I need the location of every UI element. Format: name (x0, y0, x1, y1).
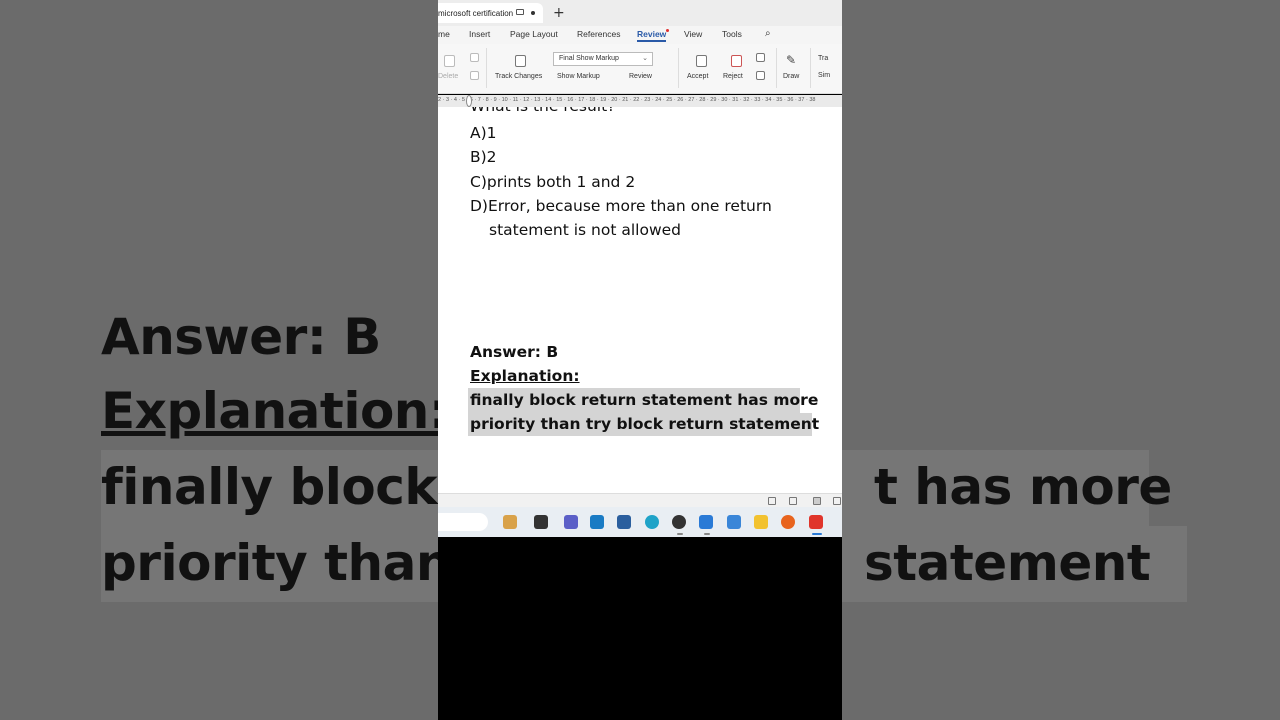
next-change-icon[interactable] (756, 71, 765, 80)
taskbar-search-box[interactable] (438, 513, 488, 531)
menu-review[interactable]: Review (637, 29, 667, 42)
comment-icon[interactable] (470, 53, 479, 62)
teams-icon[interactable] (564, 515, 578, 529)
question-cut-text: What is the result? (470, 107, 615, 115)
indent-marker-icon[interactable] (466, 95, 472, 107)
accept-button[interactable]: Accept (687, 73, 708, 80)
explanation-label: Explanation: (470, 367, 580, 385)
explanation-line-2: priority than try block return statement (470, 415, 820, 433)
menu-page-layout[interactable]: Page Layout (510, 29, 558, 39)
bg-explanation-line2: priority than (101, 534, 438, 592)
ribbon-separator (810, 48, 811, 88)
ribbon-separator (486, 48, 487, 88)
menu-insert[interactable]: Insert (469, 29, 490, 39)
running-indicator (677, 533, 683, 535)
vscode-icon[interactable] (699, 515, 713, 529)
folder-icon[interactable] (754, 515, 768, 529)
screen-capture: microsoft certification + me Insert Page… (438, 0, 842, 720)
background-left: Answer: B Explanation: finally block r p… (0, 0, 438, 720)
notification-dot-icon (666, 29, 669, 32)
menu-bar: me Insert Page Layout References Review … (438, 26, 842, 44)
option-b: B)2 (470, 148, 497, 166)
review-ribbon: Delete Track Changes Final Show Markup ⌄… (438, 44, 842, 94)
chevron-down-icon: ⌄ (642, 55, 648, 62)
display-for-review-value: Final Show Markup (559, 55, 619, 62)
photos-icon[interactable] (672, 515, 686, 529)
previous-change-icon[interactable] (756, 53, 765, 62)
monitor-icon (516, 9, 524, 15)
ribbon-separator (776, 48, 777, 88)
web-layout-icon[interactable] (789, 497, 797, 505)
focus-mode-icon[interactable] (768, 497, 776, 505)
status-bar (438, 493, 842, 507)
comment-icon[interactable] (470, 71, 479, 80)
option-d-continued: statement is not allowed (489, 221, 681, 239)
option-d: D)Error, because more than one return (470, 197, 772, 215)
title-bar: microsoft certification + (438, 0, 842, 26)
option-a: A)1 (470, 124, 497, 142)
bg-explanation-line1: finally block r (101, 458, 438, 516)
file-explorer-icon[interactable] (503, 515, 517, 529)
document-tab-title: microsoft certification (438, 9, 514, 18)
ruler-ticks: 2 · 3 · 4 · 5 · 6 · 7 · 8 · 9 · 10 · 11 … (438, 97, 816, 103)
track-changes-button[interactable]: Track Changes (495, 73, 542, 80)
menu-home[interactable]: me (438, 29, 450, 39)
bg-answer-text: Answer: B (101, 308, 381, 366)
bg-explanation-label: Explanation: (101, 382, 438, 440)
track-truncated[interactable]: Tra (818, 55, 828, 62)
active-indicator (812, 533, 822, 535)
wps-icon[interactable] (809, 515, 823, 529)
firefox-icon[interactable] (781, 515, 795, 529)
dell-icon[interactable] (590, 515, 604, 529)
menu-view[interactable]: View (684, 29, 702, 39)
bg-explanation-line1-right: t has more (874, 458, 1172, 516)
new-tab-button[interactable]: + (553, 5, 565, 21)
background-right: t has more statement (842, 0, 1280, 720)
simple-truncated[interactable]: Sim (818, 72, 830, 79)
unsaved-dot-icon (531, 11, 535, 15)
display-for-review-select[interactable]: Final Show Markup ⌄ (553, 52, 653, 66)
running-indicator (704, 533, 710, 535)
terminal-icon[interactable] (534, 515, 548, 529)
taskbar (438, 507, 842, 537)
draw-pen-icon[interactable]: ✎ (786, 53, 796, 67)
bg-explanation-line2-right: statement (864, 534, 1151, 592)
print-layout-icon[interactable] (813, 497, 821, 505)
search-icon[interactable]: ⌕ (765, 28, 771, 39)
document-tab[interactable]: microsoft certification (438, 3, 543, 23)
explanation-line-1: finally block return statement has more (470, 391, 819, 409)
delete-label[interactable]: Delete (438, 73, 458, 80)
menu-references[interactable]: References (577, 29, 620, 39)
draw-button[interactable]: Draw (783, 73, 799, 80)
reject-button[interactable]: Reject (723, 73, 743, 80)
outline-view-icon[interactable] (833, 497, 841, 505)
horizontal-ruler: 2 · 3 · 4 · 5 · 6 · 7 · 8 · 9 · 10 · 11 … (438, 95, 842, 107)
show-markup-button[interactable]: Show Markup (557, 73, 600, 80)
answer-text: Answer: B (470, 343, 559, 361)
accept-icon[interactable] (696, 55, 707, 67)
edge-icon[interactable] (645, 515, 659, 529)
option-c: C)prints both 1 and 2 (470, 173, 636, 191)
delete-comment-icon[interactable] (444, 55, 455, 67)
notepad-icon[interactable] (727, 515, 741, 529)
reject-icon[interactable] (731, 55, 742, 67)
store-icon[interactable] (617, 515, 631, 529)
ribbon-separator (678, 48, 679, 88)
track-changes-icon[interactable] (515, 55, 526, 67)
document-page[interactable]: What is the result? A)1 B)2 C)prints bot… (438, 107, 842, 493)
menu-tools[interactable]: Tools (722, 29, 742, 39)
review-pane-button[interactable]: Review (629, 73, 652, 80)
